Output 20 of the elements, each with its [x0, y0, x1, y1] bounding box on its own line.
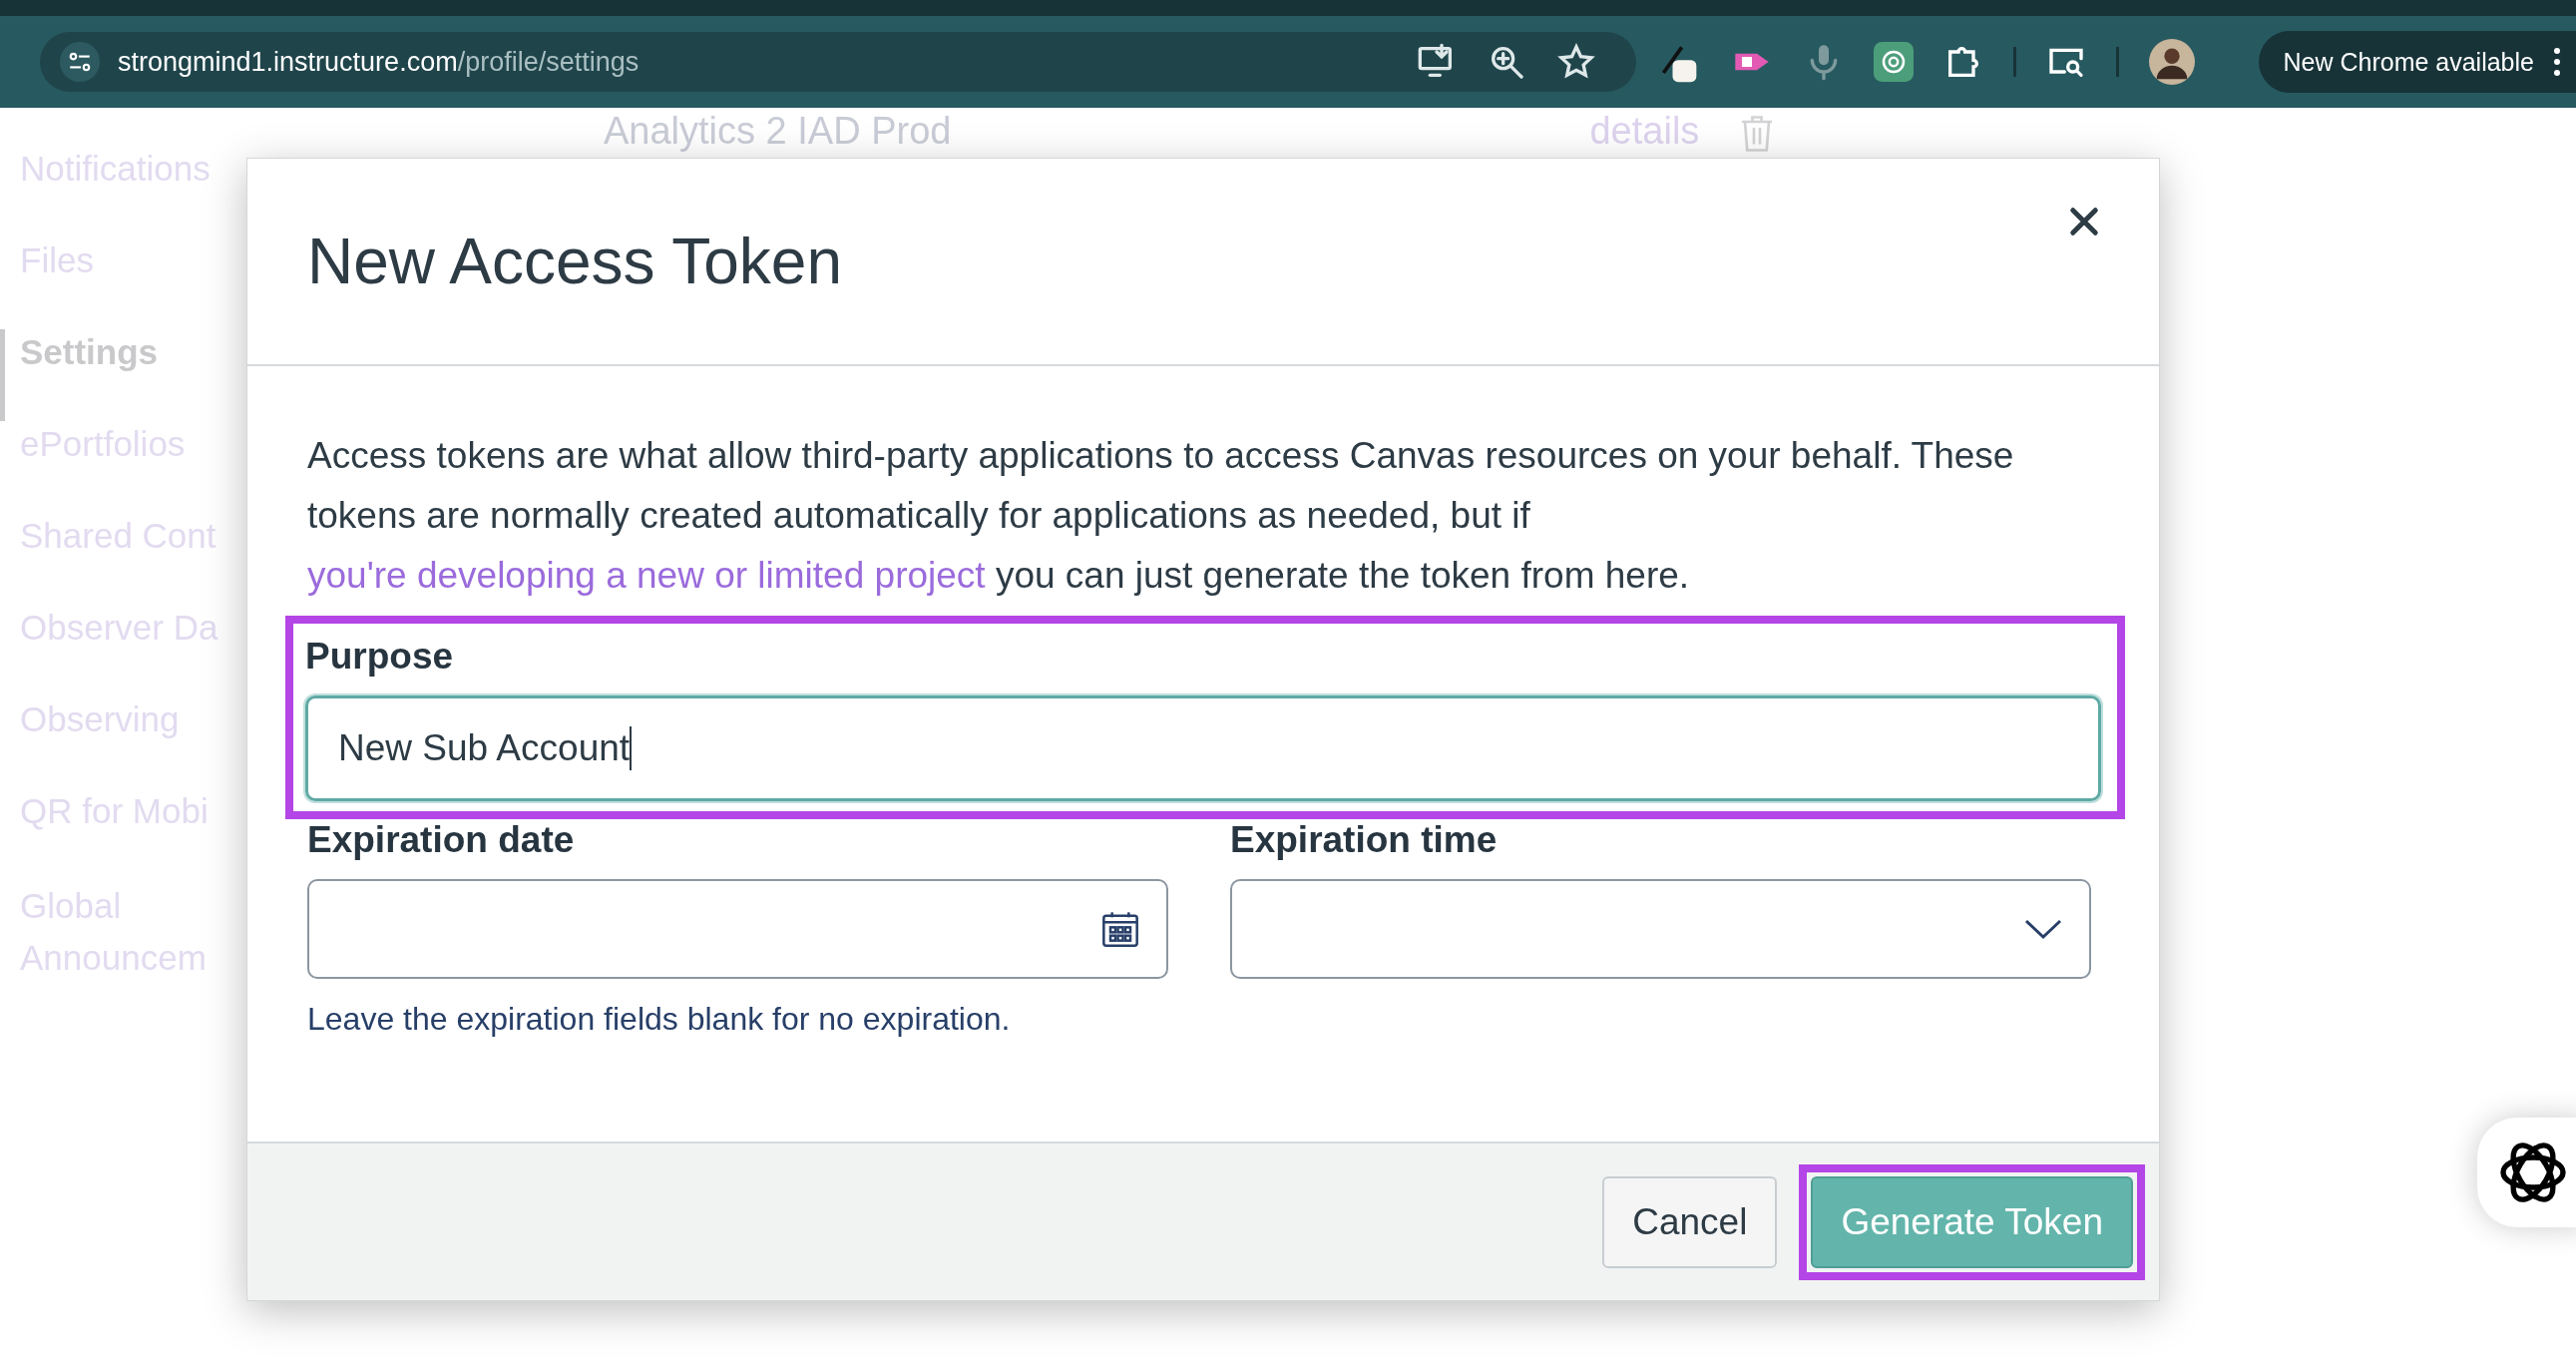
- more-icon[interactable]: [2554, 48, 2560, 76]
- purpose-field[interactable]: New Sub Account: [305, 695, 2101, 801]
- developer-link[interactable]: you're developing a new or limited project: [307, 555, 986, 596]
- avatar-icon[interactable]: [2149, 39, 2195, 85]
- field-label: Expiration time: [1230, 819, 1499, 861]
- chevron-down-icon[interactable]: [2023, 917, 2063, 941]
- update-button[interactable]: New Chrome available: [2259, 31, 2576, 93]
- field-label: Purpose: [305, 636, 455, 678]
- dialog-title: New Access Token: [307, 225, 842, 298]
- cancel-button[interactable]: Cancel: [1602, 1175, 1778, 1268]
- close-icon[interactable]: [2069, 207, 2099, 236]
- field-label: Expiration date: [307, 819, 576, 861]
- address-bar[interactable]: strongmind1.instructure.com/profile/settings: [40, 32, 1636, 92]
- hint-text: Leave the expiration fields blank for no expiration.: [306, 1000, 1012, 1038]
- assistant-widget[interactable]: [2477, 1118, 2576, 1227]
- date-field[interactable]: [307, 879, 1168, 979]
- url-text: strongmind1.instructure.com/profile/settings: [118, 46, 640, 78]
- generate-button[interactable]: Generate Token: [1811, 1175, 2133, 1268]
- site-settings-icon[interactable]: [60, 42, 100, 82]
- intro-text: Access tokens are what allow third-party applications to access Canvas resources on your behalf. These tokens are normally created automatically for applications as needed, but if you're developing a new or limited project you can just generate the token from here.: [306, 434, 2015, 598]
